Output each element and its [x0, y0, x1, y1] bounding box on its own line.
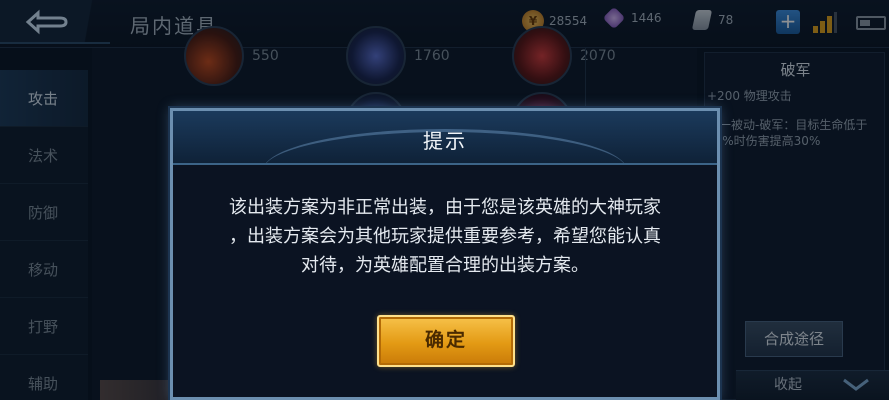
dialog-message: 该出装方案为非正常出装，由于您是该英雄的大神玩家 ，出装方案会为其他玩家提供重要… — [183, 193, 707, 280]
dialog-message-line: 对待，为英雄配置合理的出装方案。 — [301, 255, 589, 276]
dialog-title: 提示 — [423, 129, 467, 153]
confirm-button[interactable]: 确定 — [377, 315, 515, 367]
dialog-header: 提示 — [173, 111, 717, 165]
dialog-message-line: ，出装方案会为其他玩家提供重要参考，希望您能认真 — [229, 226, 661, 247]
notice-dialog: 提示 该出装方案为非正常出装，由于您是该英雄的大神玩家 ，出装方案会为其他玩家提… — [170, 108, 720, 400]
dialog-message-line: 该出装方案为非正常出装，由于您是该英雄的大神玩家 — [229, 197, 661, 218]
